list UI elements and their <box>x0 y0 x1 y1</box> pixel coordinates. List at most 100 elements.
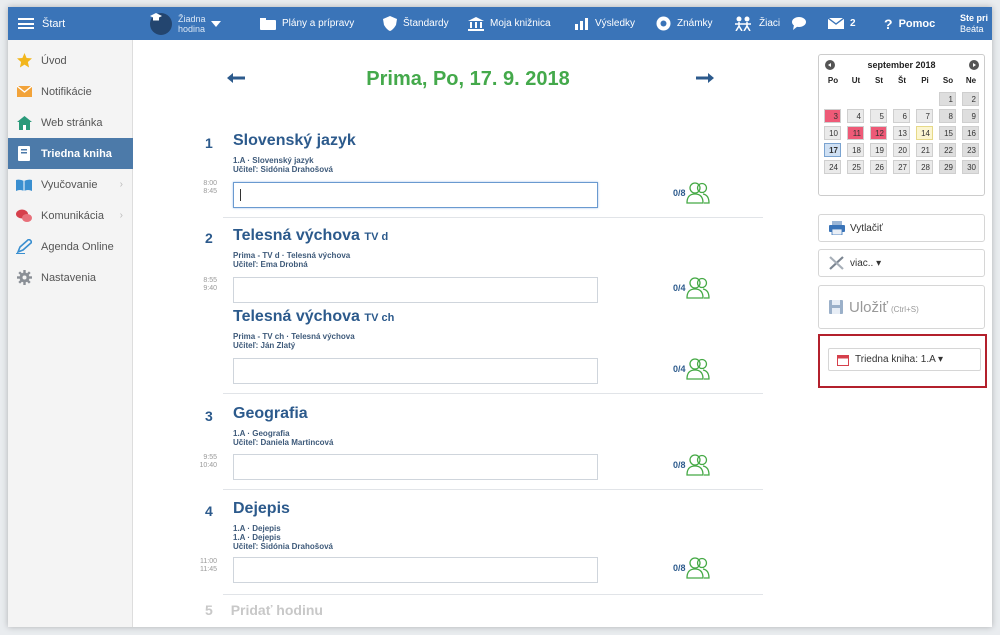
attendance-button[interactable]: 0/8 <box>673 454 710 476</box>
next-day-arrow-icon[interactable] <box>696 72 714 84</box>
calendar-day[interactable]: 18 <box>847 143 864 157</box>
lesson-number: 4 <box>205 503 213 519</box>
calendar-day[interactable]: 28 <box>916 160 933 174</box>
calendar-day[interactable]: 9 <box>962 109 979 123</box>
nav-students[interactable]: Žiaci <box>733 7 780 40</box>
sidebar-item-notifikacie[interactable]: Notifikácie <box>8 76 133 107</box>
nav-plans-label: Plány a prípravy <box>282 18 355 29</box>
more-button[interactable]: viac.. ▾ <box>818 249 985 277</box>
calendar-day[interactable]: 7 <box>916 109 933 123</box>
calendar-day[interactable]: 2 <box>962 92 979 106</box>
nav-standards-label: Štandardy <box>403 18 449 29</box>
sidebar-item-triedna-kniha[interactable]: Triedna kniha <box>8 138 133 169</box>
add-lesson-number: 5 <box>205 602 213 618</box>
calendar-day[interactable]: 22 <box>939 143 956 157</box>
user-menu[interactable]: Ste pri Beáta <box>960 7 992 40</box>
graduation-cap-icon <box>150 12 172 35</box>
nav-grades[interactable]: Známky <box>656 7 713 40</box>
calendar-day[interactable]: 15 <box>939 126 956 140</box>
weekday-header: Št <box>898 76 906 85</box>
calendar-day[interactable]: 25 <box>847 160 864 174</box>
calendar-day[interactable]: 6 <box>893 109 910 123</box>
nav-plans[interactable]: Plány a prípravy <box>260 7 354 40</box>
lesson-time-from: 8:55 <box>203 277 217 284</box>
lesson-topic-input[interactable] <box>233 557 598 583</box>
sidebar-item-label: Nastavenia <box>41 271 97 284</box>
calendar-day[interactable]: 17 <box>824 143 841 157</box>
calendar-day[interactable]: 20 <box>893 143 910 157</box>
calendar-day[interactable]: 11 <box>847 126 864 140</box>
next-month-icon[interactable] <box>969 60 979 70</box>
sidebar-item-uvod[interactable]: Úvod <box>8 45 133 76</box>
user-label: Ste pri Beáta <box>960 13 988 35</box>
calendar-day[interactable]: 24 <box>824 160 841 174</box>
save-button[interactable]: Uložiť (Ctrl+S) <box>818 285 985 329</box>
lesson-selector[interactable]: Žiadna hodina <box>150 7 221 40</box>
tools-icon <box>829 256 844 270</box>
sidebar-item-label: Triedna kniha <box>41 147 112 160</box>
calendar-day[interactable]: 27 <box>893 160 910 174</box>
messages-button[interactable]: 2 <box>828 7 856 40</box>
nav-standards[interactable]: Štandardy <box>383 7 449 40</box>
calendar-day[interactable]: 23 <box>962 143 979 157</box>
calendar-day[interactable]: 26 <box>870 160 887 174</box>
calendar-day[interactable]: 1 <box>939 92 956 106</box>
calendar-day[interactable]: 5 <box>870 109 887 123</box>
lesson-title[interactable]: Slovenský jazyk <box>233 132 356 150</box>
lesson-time: 9:55 10:40 <box>195 454 217 470</box>
lesson-title[interactable]: Telesná výchova TV d <box>233 227 388 245</box>
lesson-title[interactable]: Dejepis <box>233 500 290 518</box>
attendance-button[interactable]: 0/4 <box>673 277 710 299</box>
prev-day-arrow-icon[interactable] <box>227 72 245 84</box>
class-book-selector[interactable]: Triedna kniha: 1.A ▾ <box>828 348 981 371</box>
user-line1: Ste pri <box>960 12 989 23</box>
calendar-day[interactable]: 16 <box>962 126 979 140</box>
calendar-day[interactable]: 13 <box>893 126 910 140</box>
attendance-button[interactable]: 0/8 <box>673 557 710 579</box>
calendar-day[interactable]: 4 <box>847 109 864 123</box>
calendar-day[interactable]: 12 <box>870 126 887 140</box>
calendar-day[interactable]: 30 <box>962 160 979 174</box>
sidebar-item-agenda[interactable]: Agenda Online <box>8 231 133 262</box>
add-lesson-label: Pridať hodinu <box>230 602 323 618</box>
nav-students-label: Žiaci <box>759 18 781 29</box>
nav-library[interactable]: Moja knižnica <box>468 7 551 40</box>
sidebar-item-vyucovanie[interactable]: Vyučovanie › <box>8 169 133 200</box>
calendar-day[interactable]: 14 <box>916 126 933 140</box>
user-line2: Beáta <box>960 23 984 34</box>
attendance-count: 0/8 <box>673 460 686 470</box>
weekday-header: Ut <box>851 76 861 85</box>
nav-results[interactable]: Výsledky <box>575 7 635 40</box>
chat-icon <box>792 17 806 30</box>
sidebar-item-web[interactable]: Web stránka <box>8 107 133 138</box>
calendar-day[interactable]: 21 <box>916 143 933 157</box>
lesson-topic-input[interactable] <box>233 277 598 303</box>
add-lesson-button[interactable]: 5 Pridať hodinu <box>205 602 323 618</box>
sidebar-item-label: Komunikácia <box>41 209 104 222</box>
save-shortcut-hint: (Ctrl+S) <box>890 304 919 314</box>
calendar-day[interactable]: 19 <box>870 143 887 157</box>
help-button[interactable]: ? Pomoc <box>884 7 935 40</box>
students-icon <box>735 16 751 31</box>
start-menu-button[interactable]: Štart <box>8 7 138 40</box>
lesson-topic-input[interactable] <box>233 454 598 480</box>
lesson-topic-input[interactable] <box>233 358 598 384</box>
lesson-meta: Prima - TV d · Telesná výchova Učiteľ: E… <box>233 251 350 269</box>
sidebar-item-nastavenia[interactable]: Nastavenia <box>8 262 133 293</box>
lesson-meta: 1.A · Dejepis 1.A · Dejepis Učiteľ: Sidó… <box>233 524 333 551</box>
lesson-title[interactable]: Telesná výchova TV ch <box>233 308 394 326</box>
class-book-highlight: Triedna kniha: 1.A ▾ <box>818 334 987 388</box>
print-button[interactable]: Vytlačiť <box>818 214 985 242</box>
attendance-button[interactable]: 0/4 <box>673 358 710 380</box>
attendance-button[interactable]: 0/8 <box>673 182 710 204</box>
main-content: Prima, Po, 17. 9. 2018 1 Slovenský jazyk… <box>133 40 803 627</box>
sidebar-item-komunikacia[interactable]: Komunikácia › <box>8 200 133 231</box>
lesson-topic-input[interactable] <box>233 182 598 208</box>
calendar-day[interactable]: 29 <box>939 160 956 174</box>
lesson-title[interactable]: Geografia <box>233 405 308 423</box>
sidebar-item-label: Web stránka <box>41 116 103 129</box>
calendar-day[interactable]: 10 <box>824 126 841 140</box>
calendar-day[interactable]: 8 <box>939 109 956 123</box>
calendar-day[interactable]: 3 <box>824 109 841 123</box>
chat-button[interactable] <box>791 7 809 40</box>
